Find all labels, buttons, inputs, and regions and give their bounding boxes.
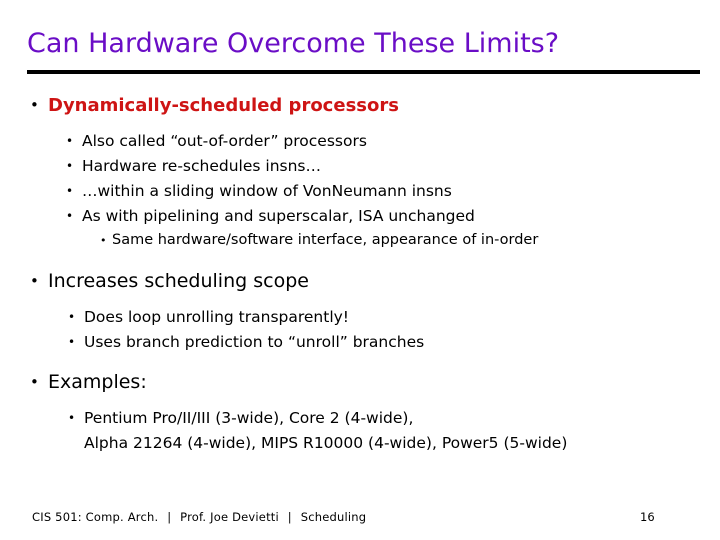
bullet-glyph-icon: • [100, 234, 107, 247]
bullet-glyph-icon: • [68, 411, 76, 425]
bullet-item-level1: • Increases scheduling scope [0, 268, 720, 295]
bullet-text: Hardware re-schedules insns… [82, 157, 321, 175]
bullet-glyph-icon: • [66, 159, 74, 173]
bullet-glyph-icon: • [68, 310, 76, 324]
bullet-glyph-icon: • [66, 184, 74, 198]
bullet-text-line2: Alpha 21264 (4-wide), MIPS R10000 (4-wid… [84, 434, 568, 452]
bullet-text-line1: Pentium Pro/II/III (3-wide), Core 2 (4-w… [84, 409, 414, 427]
bullet-item-level1: • Examples: [0, 369, 720, 396]
bullet-item-level2: • Does loop unrolling transparently! [0, 305, 720, 330]
bullet-text: Also called “out-of-order” processors [82, 132, 367, 150]
footer: CIS 501: Comp. Arch. | Prof. Joe Deviett… [32, 509, 366, 525]
bullet-item-level2: • Pentium Pro/II/III (3-wide), Core 2 (4… [0, 406, 720, 456]
slide: Can Hardware Overcome These Limits? • Dy… [0, 0, 720, 540]
bullet-glyph-icon: • [66, 134, 74, 148]
title-block: Can Hardware Overcome These Limits? [27, 28, 700, 60]
bullet-text: Increases scheduling scope [48, 270, 309, 292]
bullet-item-level1: • Dynamically-scheduled processors [0, 92, 720, 119]
bullet-item-level2: • Uses branch prediction to “unroll” bra… [0, 330, 720, 355]
bullet-text: Examples: [48, 371, 147, 393]
bullet-glyph-icon: • [30, 373, 39, 391]
bullet-text: …within a sliding window of Von​Neumann … [82, 182, 452, 200]
bullet-item-level3: • Same hardware/software interface, appe… [0, 229, 720, 252]
bullet-text: As with pipelining and superscalar, ISA … [82, 207, 475, 225]
bullet-item-level2: • Hardware re-schedules insns… [0, 154, 720, 179]
bullet-glyph-icon: • [30, 272, 39, 290]
bullet-text: Does loop unrolling transparently! [84, 308, 350, 326]
bullet-glyph-icon: • [30, 96, 39, 114]
bullet-text-multiline: Pentium Pro/II/III (3-wide), Core 2 (4-w… [84, 406, 567, 456]
bullet-glyph-icon: • [68, 335, 76, 349]
bullet-glyph-icon: • [66, 209, 74, 223]
footer-separator: | [287, 510, 292, 524]
bullet-item-level2: • …within a sliding window of Von​Neuman… [0, 179, 720, 204]
footer-separator: | [167, 510, 172, 524]
bullet-text: Same hardware/software interface, appear… [112, 232, 539, 248]
footer-topic: Scheduling [300, 510, 367, 524]
footer-course: CIS 501: Comp. Arch. [32, 510, 159, 524]
bullet-item-level2: • Also called “out-of-order” processors [0, 129, 720, 154]
title-divider [27, 70, 700, 74]
slide-body: • Dynamically-scheduled processors • Als… [0, 92, 720, 456]
page-title: Can Hardware Overcome These Limits? [27, 28, 560, 59]
bullet-text: Dynamically-scheduled processors [48, 95, 399, 116]
bullet-text: Uses branch prediction to “unroll” branc… [84, 333, 425, 351]
bullet-item-level2: • As with pipelining and superscalar, IS… [0, 204, 720, 229]
footer-instructor: Prof. Joe Devietti [180, 510, 279, 524]
page-number: 16 [640, 510, 655, 524]
